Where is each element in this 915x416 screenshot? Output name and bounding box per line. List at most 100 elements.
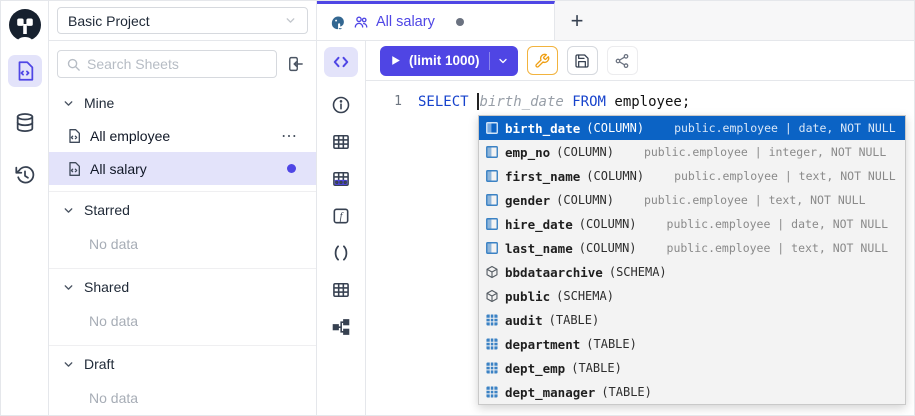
keyword-from: FROM	[564, 94, 606, 110]
search-icon	[66, 57, 81, 72]
code-icon	[331, 52, 351, 72]
rail-database-button[interactable]	[8, 107, 42, 139]
editor-tool-rail: f	[317, 41, 365, 415]
table-icon	[331, 132, 351, 152]
suggestion-kind: (SCHEMA)	[609, 265, 667, 279]
sheet-file-icon	[66, 161, 82, 177]
suggestion-name: first_name	[505, 169, 580, 184]
suggestion-detail: public.employee | text, NOT NULL	[644, 193, 866, 207]
import-sheet-button[interactable]	[281, 50, 308, 78]
tables-panel-button[interactable]	[324, 127, 358, 157]
code-panel-button[interactable]	[324, 47, 358, 77]
rail-sheets-button[interactable]	[8, 55, 42, 87]
tree-header-shared[interactable]: Shared	[49, 271, 316, 303]
format-sql-button[interactable]	[527, 46, 558, 75]
suggestion-item[interactable]: audit (TABLE)	[479, 308, 905, 332]
more-actions-button[interactable]: ⋯	[281, 126, 304, 146]
suggestion-detail: public.employee | text, NOT NULL	[667, 241, 889, 255]
postgresql-icon	[329, 14, 346, 31]
line-number: 1	[366, 94, 402, 109]
suggestion-item[interactable]: emp_no (COLUMN) public.employee | intege…	[479, 140, 905, 164]
suggestion-item[interactable]: last_name (COLUMN) public.employee | tex…	[479, 236, 905, 260]
schema-diagram-panel-button[interactable]	[324, 312, 358, 342]
tree-section-shared: Shared No data	[49, 271, 316, 346]
ghost-suggestion: birth_date	[480, 94, 564, 110]
project-selector[interactable]: Basic Project	[57, 7, 308, 34]
shared-users-icon	[353, 14, 369, 30]
suggestion-name: bbdataarchive	[505, 265, 603, 280]
autocomplete-popup: birth_date (COLUMN) public.employee | da…	[478, 115, 906, 405]
tree-header-mine[interactable]: Mine	[49, 87, 316, 119]
tab-bar: All salary +	[317, 1, 914, 41]
suggestion-detail: public.employee | text, NOT NULL	[674, 169, 896, 183]
run-query-button[interactable]: (limit 1000)	[380, 46, 518, 76]
parameters-panel-button[interactable]	[324, 238, 358, 268]
sheet-tree: Mine All employee ⋯ All salary	[49, 83, 316, 415]
masked-table-icon	[331, 169, 351, 189]
suggestion-kind: (COLUMN)	[556, 145, 614, 159]
chevron-down-icon[interactable]	[497, 55, 509, 67]
masked-data-panel-button[interactable]	[324, 164, 358, 194]
button-divider	[489, 52, 490, 70]
chevron-down-icon	[62, 97, 75, 110]
play-icon	[389, 54, 402, 67]
sheet-item-all-salary[interactable]: All salary	[49, 152, 316, 185]
suggestion-item[interactable]: bbdataarchive (SCHEMA)	[479, 260, 905, 284]
tab-all-salary[interactable]: All salary	[317, 1, 555, 40]
save-button[interactable]	[567, 46, 598, 75]
database-icon	[14, 112, 36, 134]
suggestion-name: birth_date	[505, 121, 580, 136]
suggestion-item[interactable]: hire_date (COLUMN) public.employee | dat…	[479, 212, 905, 236]
suggestion-item[interactable]: gender (COLUMN) public.employee | text, …	[479, 188, 905, 212]
editor-toolbar: (limit 1000)	[366, 41, 914, 81]
svg-text:f: f	[340, 212, 344, 223]
suggestion-item[interactable]: dept_manager (TABLE)	[479, 380, 905, 404]
new-tab-button[interactable]: +	[555, 1, 599, 40]
sql-editor[interactable]: 1 SELECT birth_date FROM employee; birth…	[366, 81, 914, 415]
share-icon	[614, 53, 630, 69]
table-icon	[331, 280, 351, 300]
column-icon	[485, 169, 499, 183]
table-list-panel-button[interactable]	[324, 275, 358, 305]
tab-label: All salary	[376, 14, 435, 30]
suggestion-kind: (COLUMN)	[556, 193, 614, 207]
rail-history-button[interactable]	[8, 159, 42, 191]
tree-header-starred[interactable]: Starred	[49, 194, 316, 226]
schema-icon	[485, 265, 499, 279]
suggestion-name: audit	[505, 313, 543, 328]
share-button[interactable]	[607, 46, 638, 75]
import-icon	[286, 55, 304, 73]
sql-editor-window: Basic Project	[0, 0, 915, 416]
tree-header-draft[interactable]: Draft	[49, 348, 316, 380]
suggestion-item[interactable]: birth_date (COLUMN) public.employee | da…	[479, 116, 905, 140]
code-text: SELECT birth_date FROM employee;	[402, 93, 690, 110]
bytebase-logo[interactable]	[7, 7, 43, 43]
table-icon	[485, 385, 499, 399]
search-input[interactable]	[87, 56, 268, 72]
column-icon	[485, 145, 499, 159]
functions-panel-button[interactable]: f	[324, 201, 358, 231]
function-icon: f	[331, 206, 351, 226]
suggestion-item[interactable]: dept_emp (TABLE)	[479, 356, 905, 380]
chevron-down-icon	[62, 204, 75, 217]
suggestion-kind: (TABLE)	[586, 337, 637, 351]
save-icon	[574, 53, 590, 69]
suggestion-item[interactable]: department (TABLE)	[479, 332, 905, 356]
code-line-1: 1 SELECT birth_date FROM employee;	[366, 90, 914, 112]
column-icon	[485, 217, 499, 231]
keyword-select: SELECT	[418, 94, 477, 110]
editor-body: f	[317, 41, 914, 415]
suggestion-item[interactable]: first_name (COLUMN) public.employee | te…	[479, 164, 905, 188]
table-icon	[485, 313, 499, 327]
suggestion-detail: public.employee | date, NOT NULL	[667, 217, 889, 231]
wrench-icon	[534, 53, 550, 69]
suggestion-name: last_name	[505, 241, 573, 256]
suggestion-item[interactable]: public (SCHEMA)	[479, 284, 905, 308]
info-panel-button[interactable]	[324, 90, 358, 120]
text-cursor	[477, 93, 479, 110]
empty-state-text: No data	[49, 380, 316, 415]
sheet-item-all-employee[interactable]: All employee ⋯	[49, 119, 316, 152]
table-icon	[485, 361, 499, 375]
search-box[interactable]	[57, 50, 277, 78]
column-icon	[485, 121, 499, 135]
